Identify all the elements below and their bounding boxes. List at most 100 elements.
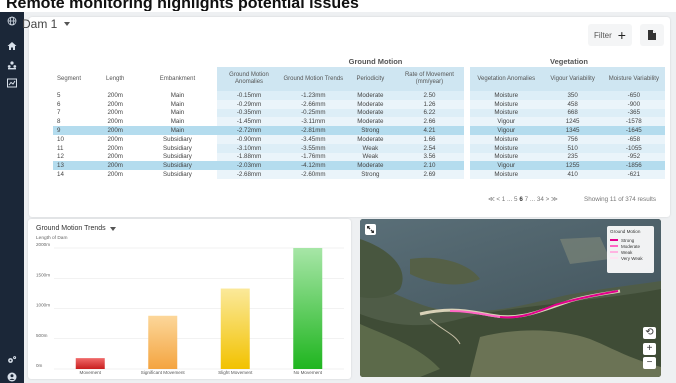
table-cell-rate: 2.66	[395, 117, 464, 127]
next-page-button[interactable]: >	[546, 196, 550, 203]
table-cell-segment: 9	[53, 126, 93, 135]
table-cell-length: 200m	[107, 153, 123, 161]
col-moisture[interactable]: Moisture Variability	[602, 67, 665, 91]
table-cell-gm-anom: -3.10mm	[216, 143, 282, 153]
col-gm-trends[interactable]: Ground Motion Trends	[281, 67, 346, 91]
bar-movement[interactable]	[75, 358, 105, 369]
zoom-in-button[interactable]: +	[643, 343, 656, 355]
table-row[interactable]: 9 200m Main -2.72mm -2.81mm Strong 4.21 Vigour 1…	[53, 126, 665, 135]
table-row[interactable]: 7 200m Main -0.35mm -0.25mm Moderate 6.22 Moist…	[53, 108, 665, 118]
table-cell-veg-anom: Moisture	[469, 91, 543, 100]
table-row[interactable]: 5 200m Main -0.15mm -1.23mm Moderate 2.50 Moist…	[53, 91, 665, 100]
sites-icon[interactable]	[0, 56, 24, 74]
col-vigour[interactable]: Vigour Variability	[542, 67, 603, 91]
table-cell-veg-anom: Moisture	[469, 99, 543, 109]
table-cell-gm-trend: -0.25mm	[281, 108, 346, 118]
table-row[interactable]: 8 200m Main -1.45mm -3.11mm Moderate 2.66 Vigou…	[53, 117, 665, 127]
table-cell-embankment: Subsidiary	[163, 144, 192, 152]
expand-map-button[interactable]	[365, 224, 376, 235]
table-cell-veg-anom: Moisture	[469, 170, 543, 179]
table-row[interactable]: 10 200m Subsidiary -0.90mm -3.45mm Moderate 1.…	[53, 134, 665, 144]
table-row[interactable]: 13 200m Subsidiary -2.03mm -4.12mm Moderate 2.…	[53, 161, 665, 171]
table-cell-length: 200m	[107, 171, 123, 179]
table-cell-gm-trend: -2.81mm	[281, 126, 346, 135]
table-cell-rate: 1.26	[395, 99, 464, 109]
table-cell-rate: 1.66	[395, 134, 464, 144]
table-cell-gm-trend: -2.60mm	[281, 170, 346, 179]
table-cell-vigour: 668	[542, 108, 603, 118]
table-cell-moisture: -621	[602, 170, 665, 179]
first-page-button[interactable]: ≪	[488, 196, 495, 203]
map-view[interactable]: Ground Motion Strong Moderate Weak Very …	[360, 219, 661, 377]
y-tick-label: 2000m	[36, 242, 50, 247]
chart-icon[interactable]	[0, 74, 24, 92]
table-cell-gm-trend: -3.55mm	[281, 143, 346, 153]
table-cell-moisture: -1055	[602, 143, 665, 153]
dam-selector[interactable]: Dam 1	[22, 17, 71, 31]
table-row[interactable]: 12 200m Subsidiary -1.88mm -1.76mm Weak 3.56 Mo…	[53, 152, 665, 162]
table-cell-moisture: -952	[602, 152, 665, 162]
legend-label: Strong	[621, 237, 635, 243]
table-row[interactable]: 14 200m Subsidiary -2.68mm -2.60mm Strong 2.69…	[53, 170, 665, 179]
table-cell-rate: 2.69	[395, 170, 464, 179]
page-1[interactable]: 1	[502, 196, 506, 203]
table-cell-veg-anom: Moisture	[469, 134, 543, 144]
page-7[interactable]: 7	[525, 196, 529, 203]
settings-icon[interactable]	[0, 351, 24, 369]
table-cell-length: 200m	[92, 126, 139, 135]
table-cell-gm-anom: -1.88mm	[216, 152, 282, 162]
page-5[interactable]: 5	[514, 196, 518, 203]
table-cell-segment: 13	[53, 161, 93, 171]
table-cell-gm-anom: -2.72mm	[216, 126, 282, 135]
home-icon[interactable]	[0, 37, 24, 55]
table-cell-veg-anom: Moisture	[469, 143, 543, 153]
col-veg-anomalies[interactable]: Vegetation Anomalies	[469, 67, 543, 91]
table-row[interactable]: 11 200m Subsidiary -3.10mm -3.55mm Weak 2.54 Mo…	[53, 143, 665, 153]
legend-item-very-weak: Very Weak	[610, 255, 651, 261]
table-cell-rate: 2.50	[395, 91, 464, 100]
bar-significant-movement[interactable]	[148, 315, 178, 369]
table-cell-vigour: 1345	[542, 126, 603, 135]
page-6-current[interactable]: 6	[519, 196, 523, 203]
bar-slight-movement[interactable]	[220, 288, 250, 369]
table-cell-embankment: Main	[138, 126, 217, 135]
last-page-button[interactable]: ≫	[551, 196, 558, 203]
table-cell-moisture: -900	[602, 99, 665, 109]
table-cell-rate: 6.22	[395, 108, 464, 118]
prev-page-button[interactable]: <	[496, 196, 500, 203]
bar-no-movement[interactable]	[293, 248, 323, 369]
table-cell-periodicity: Weak	[345, 152, 396, 162]
globe-logo-icon[interactable]	[0, 12, 24, 30]
col-periodicity[interactable]: Periodicity	[345, 67, 396, 91]
table-cell-gm-anom: -0.35mm	[216, 108, 282, 118]
table-cell-vigour: 410	[542, 170, 603, 179]
col-embankment[interactable]: Embankment	[138, 67, 217, 91]
table-cell-length: 200m	[107, 144, 123, 152]
table-cell-gm-trend: -3.45mm	[281, 134, 346, 144]
page-34[interactable]: 34	[537, 196, 544, 203]
col-gm-anomalies[interactable]: Ground Motion Anomalies	[216, 67, 282, 91]
table-cell-embankment: Main	[170, 100, 185, 108]
reset-view-button[interactable]: ⟲	[643, 327, 656, 339]
table-cell-length: 200m	[107, 135, 123, 143]
page-headline: Remote monitoring highlights potential i…	[6, 0, 359, 11]
y-tick-label: 0m	[36, 363, 43, 368]
table-cell-embankment: Main	[170, 118, 185, 126]
map-legend: Ground Motion Strong Moderate Weak Very …	[607, 226, 654, 273]
export-button[interactable]	[640, 24, 664, 46]
table-cell-length: 200m	[107, 91, 123, 99]
table-cell-vigour: 510	[542, 143, 603, 153]
table-cell-length: 200m	[107, 118, 123, 126]
user-icon[interactable]	[0, 368, 24, 383]
table-row[interactable]: 6 200m Main -0.29mm -2.66mm Moderate 1.26 Moist…	[53, 99, 665, 109]
col-segment[interactable]: Segment	[53, 67, 92, 91]
zoom-out-button[interactable]: −	[643, 357, 656, 369]
sidebar	[0, 12, 24, 383]
chevron-down-icon	[64, 22, 71, 26]
col-length[interactable]: Length	[92, 67, 138, 91]
filter-button[interactable]: Filter +	[588, 24, 632, 46]
col-rate[interactable]: Rate of Movement (mm/year)	[395, 67, 464, 91]
table-cell-gm-trend: -4.12mm	[281, 161, 346, 171]
table-cell-veg-anom: Vigour	[469, 117, 543, 127]
table-cell-vigour: 235	[542, 152, 603, 162]
